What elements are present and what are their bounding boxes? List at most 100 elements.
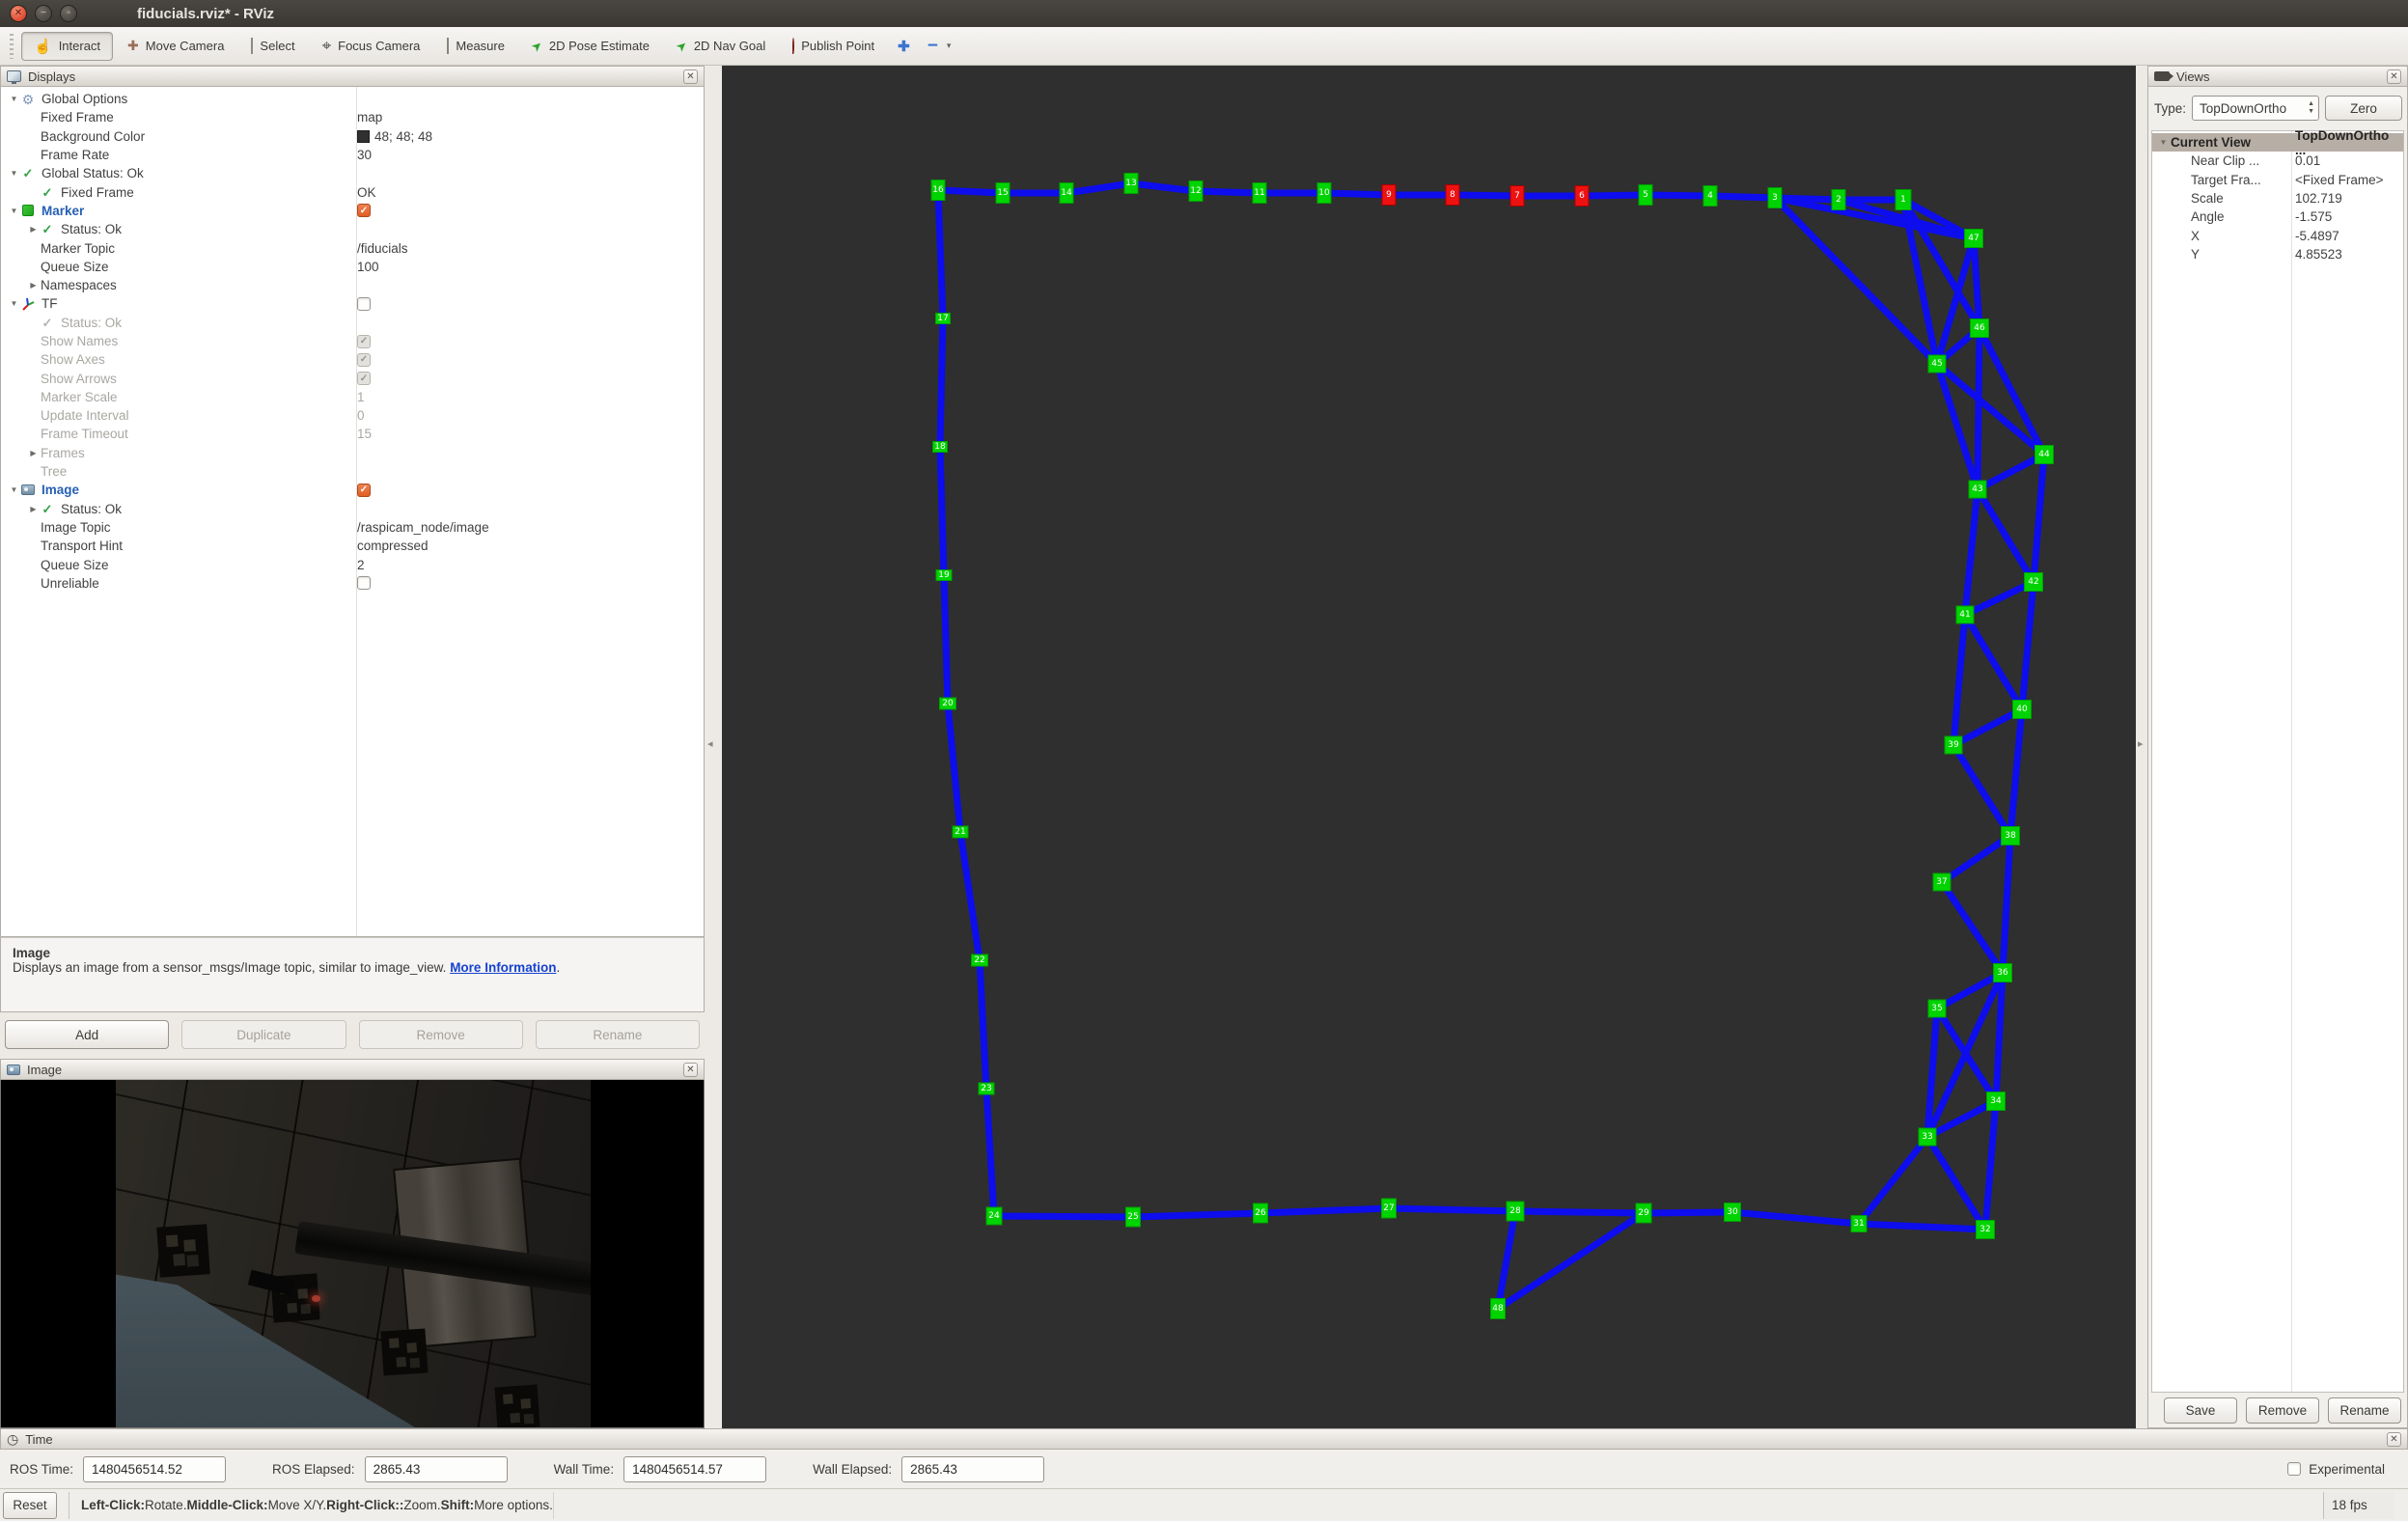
views-row-near-clip[interactable]: Near Clip ...0.01	[2152, 152, 2403, 170]
tree-row-status-ok[interactable]: ▶✓Status: Ok	[1, 220, 704, 238]
property-value[interactable]	[357, 576, 371, 590]
tree-row-show-names[interactable]: Show Names✓	[1, 332, 704, 350]
fiducial-marker-16: 16	[931, 180, 945, 201]
tool-move-camera[interactable]: ✚Move Camera	[115, 32, 236, 61]
spinner-arrows-icon[interactable]: ▲▼	[2308, 100, 2314, 115]
checkbox-disabled[interactable]: ✓	[357, 372, 371, 385]
views-row-target-fra[interactable]: Target Fra...<Fixed Frame>	[2152, 171, 2403, 189]
close-window-icon[interactable]: ✕	[10, 5, 27, 22]
render-view[interactable]: 1615141312111098765432117181920212223242…	[722, 66, 2136, 1428]
tool-focus-camera[interactable]: ⌖Focus Camera	[310, 32, 433, 61]
expander-open-icon[interactable]: ▼	[7, 485, 21, 494]
property-value[interactable]: ✓	[357, 204, 371, 217]
property-value[interactable]	[357, 297, 371, 311]
tree-row-show-axes[interactable]: Show Axes✓	[1, 350, 704, 369]
reset-button[interactable]: Reset	[3, 1492, 57, 1519]
tree-row-marker-scale[interactable]: Marker Scale1	[1, 388, 704, 406]
tree-row-unreliable[interactable]: Unreliable	[1, 574, 704, 593]
expander-open-icon[interactable]: ▼	[7, 299, 21, 308]
tree-row-status-ok[interactable]: ▶✓Status: Ok	[1, 500, 704, 518]
views-panel-header[interactable]: Views ✕	[2147, 66, 2408, 87]
collapse-left-panel-icon[interactable]: ◂	[707, 737, 713, 750]
tree-row-frame-rate[interactable]: Frame Rate30	[1, 146, 704, 164]
time-field-value[interactable]: 2865.43	[365, 1456, 508, 1482]
tree-row-tf[interactable]: ▼TF	[1, 294, 704, 313]
checkbox-unchecked[interactable]	[357, 576, 371, 590]
expander-open-icon[interactable]: ▼	[2156, 138, 2171, 147]
checkbox-checked[interactable]: ✓	[357, 204, 371, 217]
expander-open-icon[interactable]: ▼	[7, 169, 21, 178]
expander-open-icon[interactable]: ▼	[7, 207, 21, 215]
expander-closed-icon[interactable]: ▶	[26, 225, 41, 234]
view-type-combobox[interactable]: TopDownOrtho ▲▼	[2192, 96, 2319, 121]
property-value[interactable]: ✓	[357, 353, 371, 367]
minimize-window-icon[interactable]: −	[35, 5, 52, 22]
property-label: Transport Hint	[41, 539, 123, 553]
time-panel-header[interactable]: ◷ Time ✕	[0, 1428, 2408, 1450]
expander-open-icon[interactable]: ▼	[7, 95, 21, 103]
zero-button[interactable]: Zero	[2325, 96, 2402, 121]
tool-publish-point[interactable]: Publish Point	[780, 32, 887, 61]
property-value[interactable]: ✓	[357, 372, 371, 385]
tree-row-frame-timeout[interactable]: Frame Timeout15	[1, 425, 704, 443]
tree-row-fixed-frame[interactable]: ✓Fixed FrameOK	[1, 182, 704, 201]
views-row-angle[interactable]: Angle-1.575	[2152, 207, 2403, 226]
tree-row-image[interactable]: ▼Image✓	[1, 481, 704, 499]
views-close-icon[interactable]: ✕	[2387, 69, 2401, 84]
tool-select[interactable]: Select	[238, 32, 307, 61]
tree-row-marker-topic[interactable]: Marker Topic/fiducials	[1, 238, 704, 257]
views-row-scale[interactable]: Scale102.719	[2152, 189, 2403, 207]
checkbox-disabled[interactable]: ✓	[357, 335, 371, 348]
save-view-button[interactable]: Save	[2164, 1397, 2237, 1424]
tree-row-update-interval[interactable]: Update Interval0	[1, 406, 704, 425]
views-column-divider[interactable]	[2291, 131, 2292, 1392]
tree-row-frames[interactable]: ▶Frames	[1, 444, 704, 462]
tree-row-transport-hint[interactable]: Transport Hintcompressed	[1, 537, 704, 555]
image-panel-header[interactable]: Image ✕	[0, 1059, 705, 1080]
image-panel-close-icon[interactable]: ✕	[683, 1063, 698, 1077]
checkbox-disabled[interactable]: ✓	[357, 353, 371, 367]
tree-row-marker[interactable]: ▼Marker✓	[1, 202, 704, 220]
time-field-value[interactable]: 2865.43	[901, 1456, 1044, 1482]
add-display-button[interactable]: Add	[5, 1020, 169, 1049]
tool-measure[interactable]: Measure	[434, 32, 517, 61]
tree-row-image-topic[interactable]: Image Topic/raspicam_node/image	[1, 518, 704, 537]
tool-interact[interactable]: ☝Interact	[21, 32, 113, 61]
checkbox-checked[interactable]: ✓	[357, 484, 371, 497]
collapse-right-panel-icon[interactable]: ▸	[2138, 737, 2144, 750]
tree-row-queue-size[interactable]: Queue Size2	[1, 555, 704, 573]
tree-row-tree[interactable]: Tree	[1, 462, 704, 481]
views-row-y[interactable]: Y4.85523	[2152, 245, 2403, 263]
expander-closed-icon[interactable]: ▶	[26, 449, 41, 457]
more-information-link[interactable]: More Information	[450, 960, 556, 975]
property-value[interactable]: ✓	[357, 335, 371, 348]
time-field-value[interactable]: 1480456514.52	[83, 1456, 226, 1482]
tree-row-background-color[interactable]: Background Color48; 48; 48	[1, 127, 704, 146]
remove-tool-button[interactable]: − ▾	[921, 32, 958, 61]
maximize-window-icon[interactable]: ▫	[60, 5, 77, 22]
tool-2d-nav-goal[interactable]: ➤2D Nav Goal	[664, 32, 778, 61]
remove-view-button[interactable]: Remove	[2246, 1397, 2319, 1424]
tree-row-global-status-ok[interactable]: ▼✓Global Status: Ok	[1, 164, 704, 182]
add-tool-button[interactable]: ✚	[889, 32, 919, 61]
tree-row-global-options[interactable]: ▼⚙Global Options	[1, 90, 704, 108]
displays-panel-header[interactable]: Displays ✕	[0, 66, 705, 87]
expander-closed-icon[interactable]: ▶	[26, 281, 41, 290]
expander-closed-icon[interactable]: ▶	[26, 505, 41, 513]
experimental-checkbox[interactable]	[2287, 1462, 2301, 1476]
tree-row-fixed-frame[interactable]: Fixed Framemap	[1, 108, 704, 126]
tree-row-show-arrows[interactable]: Show Arrows✓	[1, 369, 704, 387]
tree-row-queue-size[interactable]: Queue Size100	[1, 258, 704, 276]
toolbar-drag-handle[interactable]	[10, 34, 14, 59]
time-close-icon[interactable]: ✕	[2387, 1432, 2401, 1447]
time-field-value[interactable]: 1480456514.57	[623, 1456, 766, 1482]
rename-view-button[interactable]: Rename	[2328, 1397, 2401, 1424]
views-row-x[interactable]: X-5.4897	[2152, 226, 2403, 244]
displays-close-icon[interactable]: ✕	[683, 69, 698, 84]
tree-row-status-ok[interactable]: ✓Status: Ok	[1, 314, 704, 332]
tree-row-namespaces[interactable]: ▶Namespaces	[1, 276, 704, 294]
tool-2d-pose-estimate[interactable]: ➤2D Pose Estimate	[519, 32, 662, 61]
current-view-row[interactable]: ▼Current ViewTopDownOrtho ...	[2152, 133, 2403, 152]
checkbox-unchecked[interactable]	[357, 297, 371, 311]
property-value[interactable]: ✓	[357, 484, 371, 497]
